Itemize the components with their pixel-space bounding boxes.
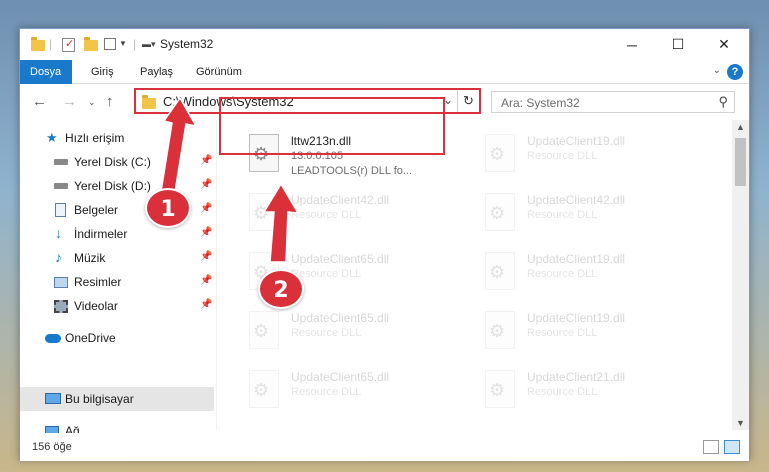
arrow-2 [262,182,300,263]
step-1-badge: 1 [145,188,191,228]
annotation-arrows [159,96,300,263]
step-2-badge: 2 [258,269,304,309]
arrow-1 [159,96,198,199]
